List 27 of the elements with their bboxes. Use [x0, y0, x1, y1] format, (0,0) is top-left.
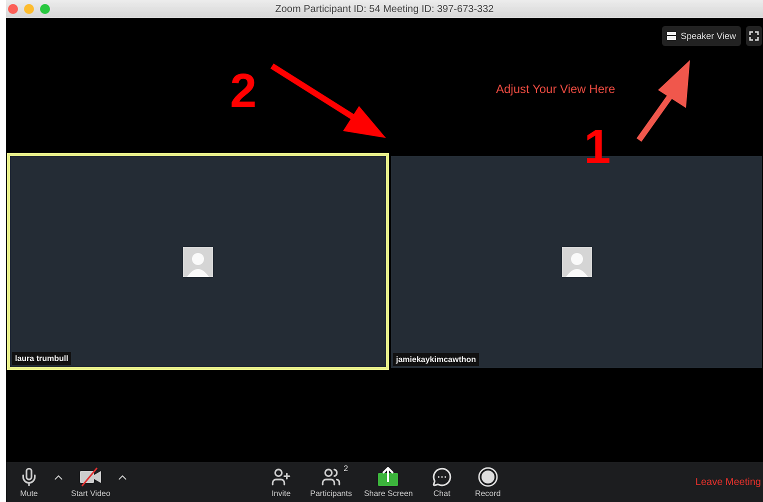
participant-name: jamiekaykimcawthon	[393, 352, 480, 366]
toolbar-button[interactable]: Invite	[258, 466, 304, 498]
participant-count: 2	[344, 464, 348, 472]
participant-name: laura trumbull	[12, 352, 72, 365]
fullscreen-icon	[749, 31, 759, 41]
window-title: Zoom Participant ID: 54 Meeting ID: 397-673-332	[275, 4, 494, 14]
toolbar-button[interactable]: Record	[464, 466, 511, 498]
toolbar-button[interactable]: Start Video	[65, 466, 116, 498]
share-screen-icon	[377, 466, 400, 486]
leave-meeting-button[interactable]: Leave Meeting	[695, 476, 763, 488]
toolbar-button[interactable]: Chat	[418, 466, 465, 498]
chat-icon	[432, 466, 452, 486]
fullscreen-button[interactable]	[746, 26, 762, 46]
camera-off-icon	[78, 466, 103, 486]
annotation-text: Adjust Your View Here	[496, 82, 616, 96]
record-icon	[478, 466, 498, 486]
avatar-icon	[562, 246, 592, 276]
view-button[interactable]: Speaker View	[662, 26, 741, 46]
avatar-icon	[183, 246, 213, 276]
share-screen-button[interactable]: Share Screen	[358, 466, 419, 498]
toolbar-button[interactable]: 2 Participants	[304, 466, 358, 498]
toolbar-button[interactable]: Mute	[6, 466, 52, 498]
grid-icon	[666, 32, 676, 40]
annotation-number: 2	[230, 68, 257, 116]
video-tile[interactable]: laura trumbull	[7, 153, 389, 370]
add-user-icon	[271, 466, 292, 486]
users-icon	[321, 466, 342, 486]
